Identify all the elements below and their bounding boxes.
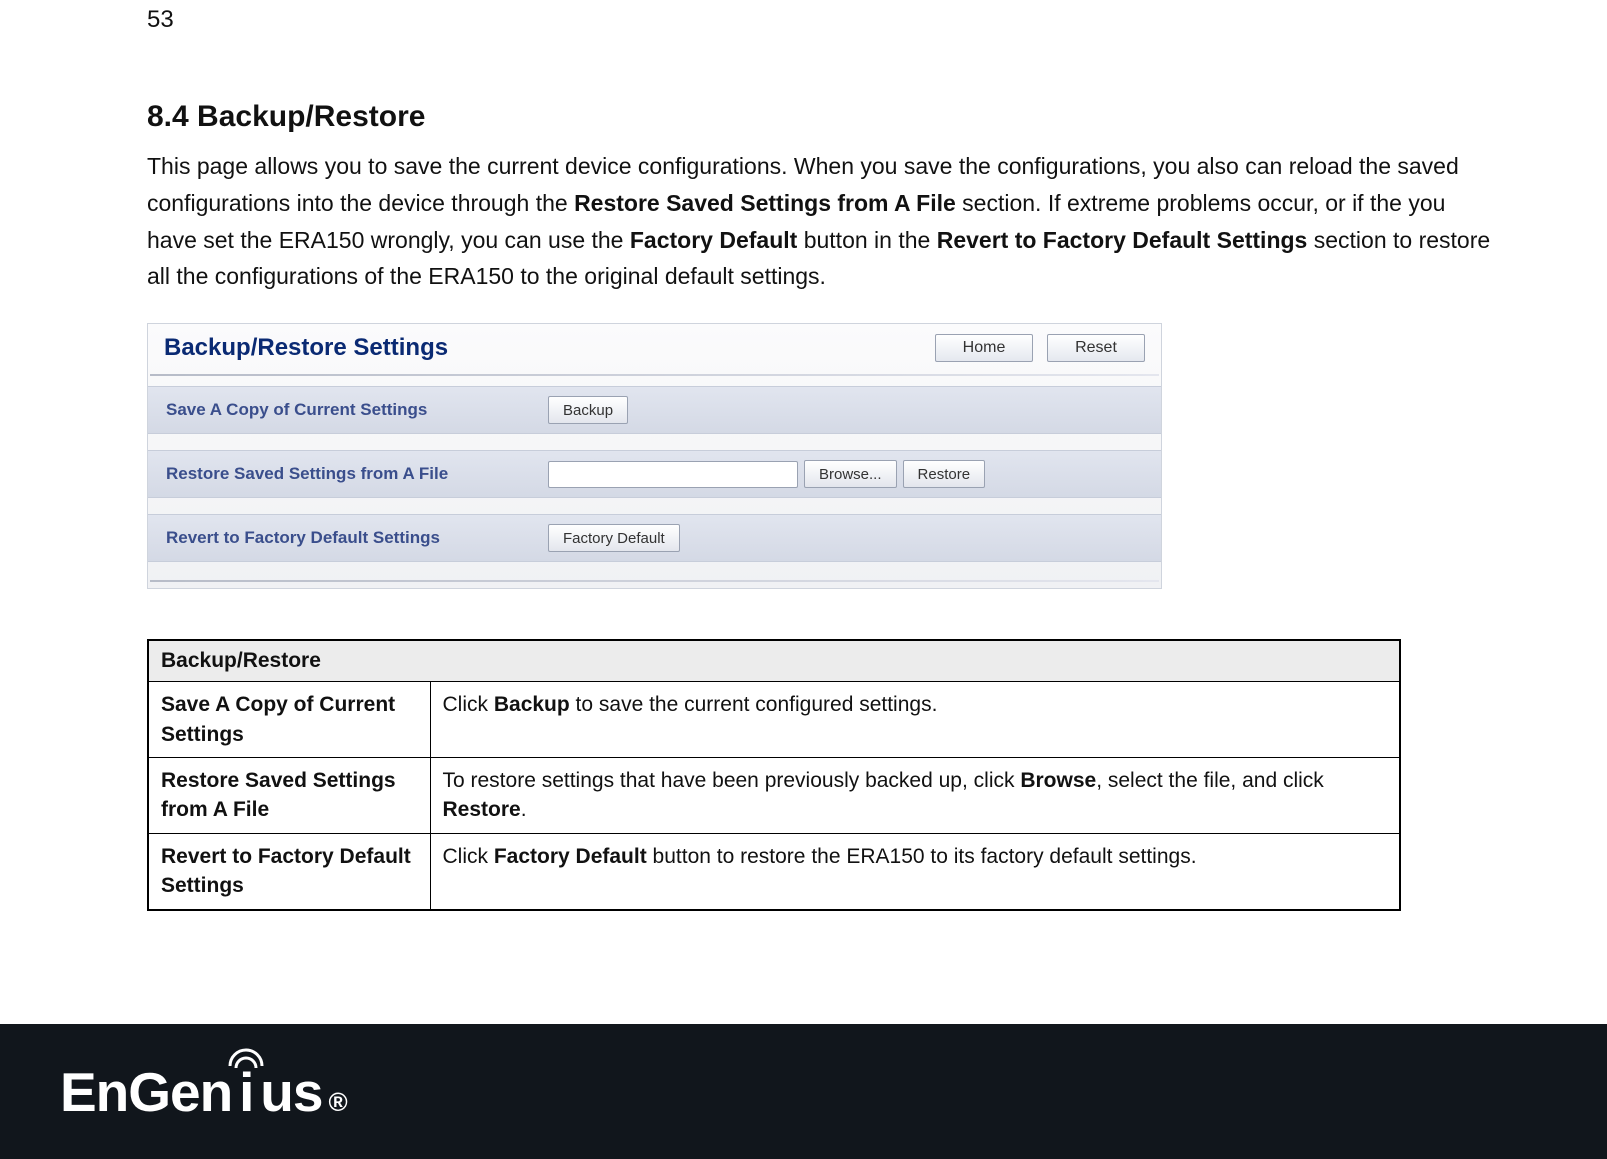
table-header: Backup/Restore [148,640,1400,682]
restore-button[interactable]: Restore [903,460,986,488]
row-label: Revert to Factory Default Settings [148,528,548,548]
text: button to restore the ERA150 to its fact… [647,845,1197,868]
page-number: 53 [147,6,174,34]
panel-title: Backup/Restore Settings [164,334,448,362]
row-controls: Browse... Restore [548,460,985,488]
text: , select the file, and click [1096,769,1324,792]
bold-text: Revert to Factory Default Settings [937,227,1308,253]
table-row: Revert to Factory Default Settings Click… [148,833,1400,909]
row-save-copy: Save A Copy of Current Settings Backup [148,386,1161,434]
text: Click [443,845,494,868]
bold-text: Factory Default [630,227,797,253]
bold-text: Backup [494,693,570,716]
factory-default-button[interactable]: Factory Default [548,524,680,552]
file-path-input[interactable] [548,461,798,488]
bold-text: Restore Saved Settings from A File [574,190,956,216]
row-value: Click Factory Default button to restore … [430,833,1400,909]
bold-text: Restore [443,798,521,821]
page: 53 8.4 Backup/Restore This page allows y… [0,0,1607,1159]
text: Click [443,693,494,716]
table-row: Save A Copy of Current Settings Click Ba… [148,682,1400,758]
panel-header-buttons: Home Reset [935,334,1145,362]
home-button[interactable]: Home [935,334,1033,362]
divider [150,374,1159,376]
section-heading: 8.4 Backup/Restore [147,100,1497,134]
logo-text: us [260,1060,322,1124]
row-restore-file: Restore Saved Settings from A File Brows… [148,450,1161,498]
row-factory-default: Revert to Factory Default Settings Facto… [148,514,1161,562]
bold-text: Browse [1020,769,1096,792]
row-key: Save A Copy of Current Settings [148,682,430,758]
row-controls: Factory Default [548,524,680,552]
row-label: Restore Saved Settings from A File [148,464,548,484]
divider [150,580,1159,582]
reset-button[interactable]: Reset [1047,334,1145,362]
browse-button[interactable]: Browse... [804,460,897,488]
backup-restore-panel: Backup/Restore Settings Home Reset Save … [147,323,1162,589]
engenius-logo: EnGen i us® [60,1060,347,1124]
wifi-icon: i [232,1060,260,1124]
row-key: Restore Saved Settings from A File [148,757,430,833]
panel-header: Backup/Restore Settings Home Reset [148,324,1161,368]
text: button in the [797,227,936,253]
row-key: Revert to Factory Default Settings [148,833,430,909]
table-row: Restore Saved Settings from A File To re… [148,757,1400,833]
text: To restore settings that have been previ… [443,769,1021,792]
table-header-row: Backup/Restore [148,640,1400,682]
footer: EnGen i us® [0,1024,1607,1159]
description-table: Backup/Restore Save A Copy of Current Se… [147,639,1401,910]
bold-text: Factory Default [494,845,647,868]
logo-text: EnGen [60,1060,232,1124]
text: . [521,798,527,821]
content-area: 8.4 Backup/Restore This page allows you … [147,100,1497,911]
row-value: Click Backup to save the current configu… [430,682,1400,758]
intro-paragraph: This page allows you to save the current… [147,148,1497,295]
text: to save the current configured settings. [570,693,938,716]
row-value: To restore settings that have been previ… [430,757,1400,833]
backup-button[interactable]: Backup [548,396,628,424]
row-controls: Backup [548,396,628,424]
wifi-arcs-icon [226,1044,266,1070]
registered-icon: ® [328,1087,346,1118]
row-label: Save A Copy of Current Settings [148,400,548,420]
